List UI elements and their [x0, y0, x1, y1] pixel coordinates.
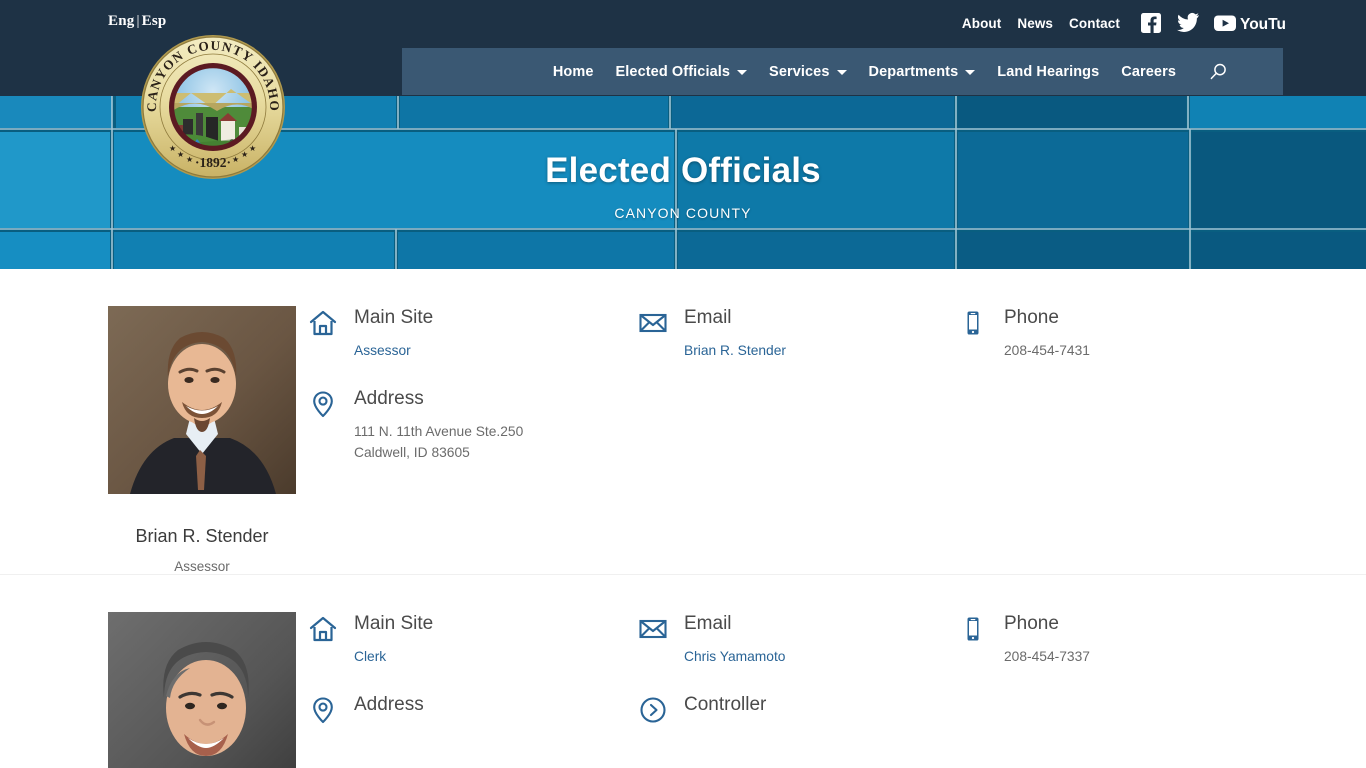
- info-block-controller: Controller: [638, 693, 958, 725]
- nav-label-departments: Departments: [868, 63, 959, 80]
- chevron-down-icon: [737, 70, 748, 75]
- phone-icon: [958, 612, 1004, 667]
- nav-label-home: Home: [552, 63, 594, 80]
- info-block-main-site: Main Site Assessor: [308, 306, 638, 361]
- utility-nav: About News Contact: [962, 16, 1120, 31]
- svg-text:★: ★: [186, 155, 193, 164]
- phone-icon: [958, 306, 1004, 361]
- chevron-down-icon: [836, 70, 847, 75]
- info-value-main-site[interactable]: Assessor: [354, 340, 638, 361]
- info-block-email: Email Chris Yamamoto: [638, 612, 958, 667]
- facebook-icon[interactable]: [1140, 12, 1162, 39]
- svg-text:★: ★: [169, 144, 176, 153]
- svg-text:★: ★: [177, 150, 184, 159]
- language-switcher[interactable]: Eng | Esp: [108, 13, 166, 30]
- info-block-email: Email Brian R. Stender: [638, 306, 958, 361]
- official-card: Brian R. Stender Assessor Main Site Asse…: [0, 269, 1366, 574]
- info-label: Controller: [684, 694, 767, 716]
- elected-officials-list: Brian R. Stender Assessor Main Site Asse…: [0, 269, 1366, 768]
- svg-text:★: ★: [249, 144, 256, 153]
- nav-item-home[interactable]: Home: [542, 64, 605, 80]
- page-title: Elected Officials: [545, 150, 821, 190]
- mail-icon: [638, 612, 684, 667]
- county-seal-logo[interactable]: CANYON COUNTY IDAHO ·1892· ★ ★ ★ ★ ★ ★: [139, 33, 287, 181]
- nav-item-elected-officials[interactable]: Elected Officials: [605, 64, 759, 80]
- main-navigation: Home Elected Officials Services Departme…: [402, 48, 1283, 95]
- avatar: [108, 612, 296, 768]
- info-value-phone: 208-454-7431: [1004, 342, 1090, 358]
- chevron-circle-icon: [638, 693, 684, 725]
- home-icon: [308, 306, 354, 361]
- lang-eng-link[interactable]: Eng: [108, 13, 134, 29]
- official-photo-column: Chris Yamamoto Clerk: [0, 612, 308, 768]
- info-block-main-site: Main Site Clerk: [308, 612, 638, 667]
- info-column-2: Email Chris Yamamoto Controller: [638, 612, 958, 768]
- mail-icon: [638, 306, 684, 361]
- nav-item-careers[interactable]: Careers: [1110, 64, 1187, 80]
- info-block-address: Address 111 N. 11th Avenue Ste.250 Caldw…: [308, 387, 638, 464]
- info-column-1: Main Site Clerk Address: [308, 612, 638, 768]
- svg-text:★: ★: [241, 150, 248, 159]
- info-block-phone: Phone 208-454-7337: [958, 612, 1258, 667]
- nav-label-land-hearings: Land Hearings: [997, 63, 1100, 80]
- official-info-columns: Main Site Clerk Address Email Chris Yama…: [308, 612, 1366, 768]
- avatar: [108, 306, 296, 494]
- official-title: Assessor: [174, 559, 230, 574]
- info-value-address: 111 N. 11th Avenue Ste.250 Caldwell, ID …: [354, 423, 524, 461]
- main-site-link[interactable]: Assessor: [354, 343, 411, 358]
- search-icon[interactable]: [1208, 62, 1228, 82]
- social-links: YouTube: [1140, 12, 1304, 39]
- info-value-main-site[interactable]: Clerk: [354, 646, 638, 667]
- twitter-icon[interactable]: [1176, 12, 1200, 39]
- info-column-3: Phone 208-454-7431: [958, 306, 1258, 574]
- svg-text:★: ★: [232, 155, 239, 164]
- nav-label-careers: Careers: [1121, 63, 1176, 80]
- page-subtitle: CANYON COUNTY: [614, 204, 752, 221]
- email-link[interactable]: Chris Yamamoto: [684, 649, 785, 664]
- info-column-3: Phone 208-454-7337: [958, 612, 1258, 768]
- utility-link-about[interactable]: About: [962, 16, 1001, 31]
- info-column-2: Email Brian R. Stender: [638, 306, 958, 574]
- email-link[interactable]: Brian R. Stender: [684, 343, 786, 358]
- official-info-columns: Main Site Assessor Address 111 N. 11th A…: [308, 306, 1366, 574]
- info-label: Email: [684, 307, 732, 328]
- info-label: Main Site: [354, 307, 434, 328]
- nav-item-departments[interactable]: Departments: [858, 64, 987, 80]
- info-value-phone: 208-454-7337: [1004, 648, 1090, 664]
- info-block-address: Address: [308, 693, 638, 727]
- info-label: Address: [354, 388, 424, 410]
- site-header: Eng | Esp CANYON COUNTY IDAHO ·1892· ★ ★…: [0, 0, 1366, 179]
- utility-link-contact[interactable]: Contact: [1069, 16, 1120, 31]
- pin-icon: [308, 693, 354, 727]
- nav-item-land-hearings[interactable]: Land Hearings: [986, 64, 1110, 80]
- info-label: Address: [354, 694, 424, 716]
- official-name: Brian R. Stender: [135, 526, 269, 546]
- home-icon: [308, 612, 354, 667]
- pin-icon: [308, 387, 354, 464]
- nav-item-services[interactable]: Services: [758, 64, 857, 80]
- info-label: Phone: [1004, 307, 1059, 328]
- official-photo-column: Brian R. Stender Assessor: [0, 306, 308, 574]
- info-label: Phone: [1004, 613, 1059, 634]
- info-block-phone: Phone 208-454-7431: [958, 306, 1258, 361]
- lang-divider: |: [136, 13, 140, 29]
- info-value-email[interactable]: Brian R. Stender: [684, 340, 958, 361]
- svg-text:YouTube: YouTube: [1240, 16, 1286, 33]
- official-card: Chris Yamamoto Clerk Main Site Clerk: [0, 574, 1366, 768]
- utility-link-news[interactable]: News: [1017, 16, 1053, 31]
- youtube-icon[interactable]: YouTube: [1214, 12, 1304, 39]
- nav-label-elected-officials: Elected Officials: [615, 63, 731, 80]
- nav-label-services: Services: [769, 63, 830, 80]
- info-label: Email: [684, 613, 732, 634]
- info-value-email[interactable]: Chris Yamamoto: [684, 646, 958, 667]
- chevron-down-icon: [965, 70, 976, 75]
- info-label: Main Site: [354, 613, 434, 634]
- main-site-link[interactable]: Clerk: [354, 649, 386, 664]
- svg-text:·1892·: ·1892·: [195, 155, 231, 170]
- info-column-1: Main Site Assessor Address 111 N. 11th A…: [308, 306, 638, 574]
- lang-esp-link[interactable]: Esp: [142, 13, 167, 29]
